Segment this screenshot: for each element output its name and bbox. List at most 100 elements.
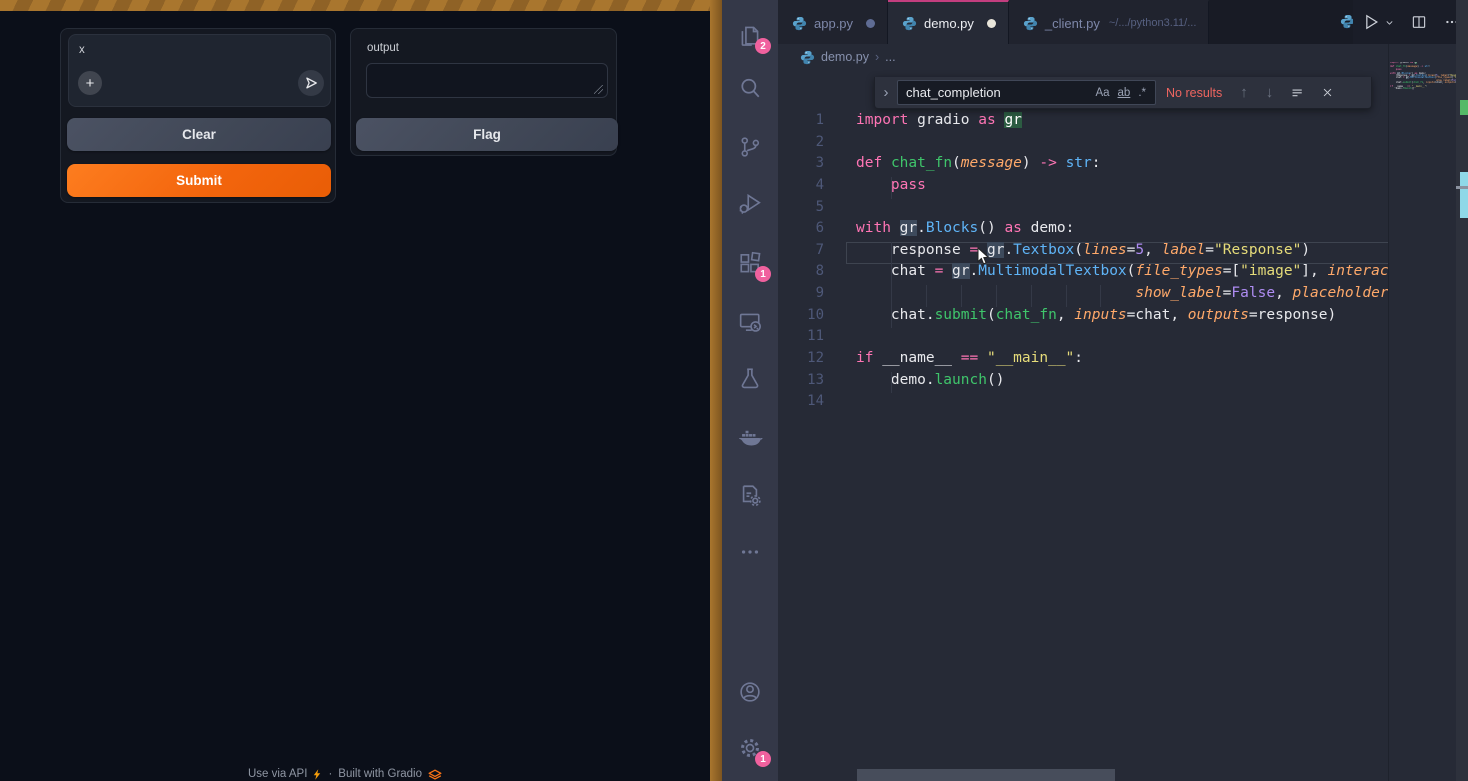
tab-app.py[interactable]: app.py bbox=[778, 0, 888, 44]
screenshare-border-top bbox=[0, 0, 712, 11]
code-line-9[interactable]: show_label=False, placeholder= bbox=[856, 285, 1389, 307]
activity-item-run-debug[interactable] bbox=[736, 189, 764, 217]
minimap[interactable]: import gradio as grdef chat_fn(message) … bbox=[1390, 62, 1458, 108]
indent-guide bbox=[996, 285, 997, 307]
tab-demo.py[interactable]: demo.py bbox=[888, 0, 1009, 44]
breadcrumb-file[interactable]: demo.py bbox=[821, 50, 869, 64]
line-number-gutter: 1234567891011121314 bbox=[778, 112, 846, 415]
line-number: 13 bbox=[778, 372, 846, 394]
find-close-button[interactable] bbox=[1320, 85, 1335, 100]
activity-bar: 211 bbox=[722, 0, 778, 781]
activity-item-search[interactable] bbox=[736, 74, 764, 102]
code-line-8[interactable]: chat = gr.MultimodalTextbox(file_types=[… bbox=[856, 263, 1389, 285]
code-line-10[interactable]: chat.submit(chat_fn, inputs=chat, output… bbox=[856, 307, 1389, 329]
find-next-button[interactable]: ↓ bbox=[1266, 84, 1274, 101]
code-line-3[interactable]: def chat_fn(message) -> str: bbox=[856, 155, 1389, 177]
use-via-api-link[interactable]: Use via API bbox=[248, 768, 307, 780]
regex-toggle[interactable]: .* bbox=[1134, 86, 1150, 100]
find-widget: › Aa ab .* No results ↑ ↓ bbox=[874, 77, 1372, 109]
code-line-11[interactable] bbox=[856, 328, 1389, 350]
activity-item-more-views[interactable] bbox=[736, 538, 764, 566]
activity-item-remote-explorer[interactable] bbox=[736, 308, 764, 336]
find-previous-button[interactable]: ↑ bbox=[1240, 84, 1248, 101]
code-editor[interactable]: import gradio as gr def chat_fn(message) … bbox=[856, 112, 1389, 415]
indent-guide bbox=[891, 285, 892, 307]
code-line-4[interactable]: pass bbox=[856, 177, 1389, 199]
indent-guide bbox=[891, 263, 892, 285]
find-input[interactable] bbox=[906, 85, 1091, 100]
gradio-footer: Use via API · Built with Gradio bbox=[0, 767, 690, 781]
vscode-window: 211 app.pydemo.py_client.py~/.../python3… bbox=[722, 0, 1468, 781]
bolt-icon bbox=[313, 769, 322, 780]
code-line-7[interactable]: response = gr.Textbox(lines=5, label="Re… bbox=[856, 242, 1389, 264]
code-line-14[interactable] bbox=[856, 393, 1389, 415]
match-case-toggle[interactable]: Aa bbox=[1091, 86, 1113, 100]
code-line-2[interactable] bbox=[856, 134, 1389, 156]
modified-dot-icon[interactable] bbox=[987, 19, 996, 28]
line-number: 7 bbox=[778, 242, 846, 264]
indent-guide bbox=[891, 242, 892, 264]
activity-item-settings[interactable]: 1 bbox=[736, 734, 764, 762]
input-card: x + Clear Submit bbox=[60, 28, 336, 203]
flag-button[interactable]: Flag bbox=[356, 118, 618, 151]
whole-word-toggle[interactable]: ab bbox=[1114, 86, 1135, 100]
input-label: x bbox=[79, 44, 85, 56]
run-python-file-button[interactable] bbox=[1361, 12, 1381, 32]
breadcrumb-chevron-icon: › bbox=[875, 50, 879, 64]
run-debug-icon bbox=[736, 189, 764, 217]
tab-label: demo.py bbox=[924, 16, 974, 31]
plus-icon: + bbox=[86, 75, 95, 92]
modified-dot-icon[interactable] bbox=[866, 19, 875, 28]
tab-path: ~/.../python3.11/... bbox=[1109, 17, 1197, 29]
clear-button[interactable]: Clear bbox=[67, 118, 331, 151]
code-line-5[interactable] bbox=[856, 199, 1389, 221]
attach-file-button[interactable]: + bbox=[78, 71, 102, 95]
testing-icon bbox=[736, 364, 764, 392]
output-card: output Flag bbox=[350, 28, 617, 156]
send-button[interactable] bbox=[298, 70, 324, 96]
run-dropdown-chevron-icon[interactable] bbox=[1383, 16, 1396, 29]
indent-guide bbox=[891, 307, 892, 329]
output-textarea[interactable] bbox=[366, 63, 608, 98]
tab-_client.py[interactable]: _client.py~/.../python3.11/... bbox=[1009, 0, 1209, 44]
activity-item-accounts[interactable] bbox=[736, 678, 764, 706]
submit-button[interactable]: Submit bbox=[67, 164, 331, 197]
line-number: 14 bbox=[778, 393, 846, 415]
activity-item-docker[interactable] bbox=[736, 424, 764, 452]
activity-item-extensions[interactable]: 1 bbox=[736, 249, 764, 277]
find-results-label: No results bbox=[1166, 86, 1222, 100]
line-number: 4 bbox=[778, 177, 846, 199]
code-line-1[interactable]: import gradio as gr bbox=[856, 112, 1389, 134]
activity-item-testing[interactable] bbox=[736, 364, 764, 392]
activity-item-explorer[interactable]: 2 bbox=[736, 21, 764, 49]
horizontal-scrollbar[interactable] bbox=[857, 769, 1115, 781]
code-line-13[interactable]: demo.launch() bbox=[856, 372, 1389, 394]
line-number: 8 bbox=[778, 263, 846, 285]
minimap-line bbox=[1390, 90, 1458, 92]
editor-actions bbox=[1353, 0, 1468, 44]
toggle-replace-chevron[interactable]: › bbox=[875, 84, 897, 101]
indent-guide bbox=[961, 285, 962, 307]
built-with-gradio-link[interactable]: Built with Gradio bbox=[338, 768, 422, 780]
code-line-12[interactable]: if __name__ == "__main__": bbox=[856, 350, 1389, 372]
more-views-icon bbox=[736, 538, 764, 566]
indent-guide bbox=[891, 372, 892, 394]
breadcrumb: demo.py › ... bbox=[800, 44, 896, 70]
search-icon bbox=[736, 74, 764, 102]
code-line-6[interactable]: with gr.Blocks() as demo: bbox=[856, 220, 1389, 242]
activity-item-dev-containers[interactable] bbox=[736, 481, 764, 509]
line-number: 11 bbox=[778, 328, 846, 350]
output-label: output bbox=[367, 42, 399, 54]
activity-item-source-control[interactable] bbox=[736, 133, 764, 161]
split-editor-button[interactable] bbox=[1410, 13, 1428, 31]
footer-separator: · bbox=[328, 768, 332, 780]
screen: x + Clear Submit output Flag Use via API… bbox=[0, 0, 1468, 781]
badge: 1 bbox=[755, 751, 771, 767]
multimodal-textbox[interactable]: x + bbox=[68, 34, 331, 107]
dev-containers-icon bbox=[736, 481, 764, 509]
overview-marker-line bbox=[1456, 186, 1468, 189]
breadcrumb-more[interactable]: ... bbox=[885, 50, 895, 64]
find-in-selection-button[interactable] bbox=[1289, 84, 1306, 101]
gradio-logo-icon bbox=[428, 769, 442, 780]
resize-handle[interactable] bbox=[594, 85, 603, 94]
